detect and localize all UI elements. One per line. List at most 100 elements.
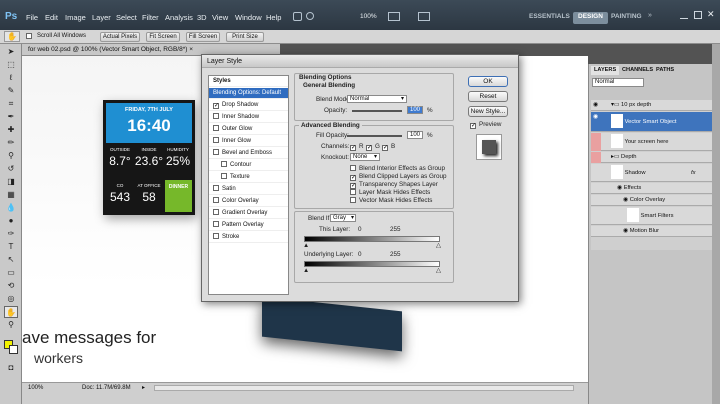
checked-icon[interactable]: ✓ xyxy=(213,103,219,109)
style-item-bevel-emboss[interactable]: Bevel and Emboss xyxy=(209,148,288,159)
crop-tool-icon[interactable]: ⌗ xyxy=(4,98,18,110)
marquee-tool-icon[interactable]: ⬚ xyxy=(4,59,18,71)
actual-pixels-button[interactable]: Actual Pixels xyxy=(100,32,140,42)
checkbox-icon[interactable] xyxy=(213,221,219,227)
blend-mode-select[interactable]: Normal ▾ xyxy=(347,95,407,103)
checkbox-icon[interactable] xyxy=(350,165,356,171)
tab-paths[interactable]: PATHS xyxy=(653,66,677,75)
layer-row[interactable]: ◉ ▾▭ 10 px depth xyxy=(591,100,715,111)
this-layer-right-handle-icon[interactable]: △ xyxy=(436,242,441,249)
menu-edit[interactable]: Edit xyxy=(45,13,58,22)
eye-icon[interactable]: ◉ xyxy=(593,102,600,108)
zoom-readout[interactable]: 100% xyxy=(28,385,43,391)
blend-interior-checkbox[interactable]: Blend Interior Effects as Group xyxy=(350,165,445,172)
hand-tool-icon[interactable] xyxy=(293,12,302,21)
blend-clipped-checkbox[interactable]: ✓ Blend Clipped Layers as Group xyxy=(350,173,447,181)
fit-screen-button[interactable]: Fit Screen xyxy=(146,32,180,42)
preview-checkbox[interactable]: ✓ Preview xyxy=(470,121,501,129)
checkbox-icon[interactable] xyxy=(350,189,356,195)
dodge-tool-icon[interactable]: ● xyxy=(4,215,18,227)
status-menu-icon[interactable]: ▸ xyxy=(142,384,145,391)
quick-select-tool-icon[interactable]: ✎ xyxy=(4,85,18,97)
arrange-documents-icon[interactable] xyxy=(388,12,400,21)
close-icon[interactable]: ✕ xyxy=(707,9,715,20)
path-select-tool-icon[interactable]: ↖ xyxy=(4,254,18,266)
menu-3d[interactable]: 3D xyxy=(197,13,207,22)
scroll-all-checkbox-box[interactable] xyxy=(26,33,32,39)
checkbox-icon[interactable] xyxy=(213,149,219,155)
style-item-texture[interactable]: Texture xyxy=(209,172,288,183)
zoom-tool-panel-icon[interactable]: ⚲ xyxy=(4,319,18,331)
checked-icon[interactable]: ✓ xyxy=(350,145,356,151)
workspace-essentials[interactable]: ESSENTIALS xyxy=(524,12,575,24)
workspace-more-icon[interactable]: » xyxy=(648,12,652,19)
checked-icon[interactable]: ✓ xyxy=(382,145,388,151)
fill-screen-button[interactable]: Fill Screen xyxy=(186,32,220,42)
checkbox-icon[interactable] xyxy=(213,113,219,119)
background-color-swatch[interactable] xyxy=(9,345,18,354)
eye-icon[interactable]: ◉ xyxy=(623,197,628,203)
this-layer-left-handle-icon[interactable]: ▲ xyxy=(303,242,309,249)
channel-b[interactable]: ✓ B xyxy=(382,143,395,151)
ok-button[interactable]: OK xyxy=(468,76,508,87)
underlying-left-handle-icon[interactable]: ▲ xyxy=(303,267,309,274)
menu-filter[interactable]: Filter xyxy=(142,13,159,22)
layer-effects-row[interactable]: ◉ Effects xyxy=(591,183,715,194)
styles-header[interactable]: Styles xyxy=(209,76,288,87)
reset-button[interactable]: Reset xyxy=(468,91,508,102)
opacity-input[interactable]: 100 xyxy=(407,106,423,114)
move-tool-icon[interactable]: ➤ xyxy=(4,46,18,58)
layer-effect-row[interactable]: ◉ Color Overlay xyxy=(591,195,715,206)
this-layer-gradient[interactable] xyxy=(304,236,440,242)
style-item-blending-options[interactable]: Blending Options: Default xyxy=(209,88,288,99)
tab-channels[interactable]: CHANNELS xyxy=(619,66,656,75)
checkbox-icon[interactable] xyxy=(213,125,219,131)
layer-row[interactable]: Your screen here xyxy=(591,133,715,151)
layer-mask-hides-checkbox[interactable]: Layer Mask Hides Effects xyxy=(350,189,430,196)
brush-tool-icon[interactable]: ✏ xyxy=(4,137,18,149)
quick-mask-icon[interactable]: ◘ xyxy=(4,362,18,374)
horizontal-scrollbar[interactable] xyxy=(154,385,574,391)
screen-mode-icon[interactable] xyxy=(418,12,430,21)
smart-filter-row[interactable]: ◉ Motion Blur xyxy=(591,226,715,237)
workspace-painting[interactable]: PAINTING xyxy=(606,12,647,24)
style-item-outer-glow[interactable]: Outer Glow xyxy=(209,124,288,135)
healing-brush-tool-icon[interactable]: ✚ xyxy=(4,124,18,136)
underlying-layer-gradient[interactable] xyxy=(304,261,440,267)
eye-icon[interactable]: ◉ xyxy=(623,228,628,234)
checked-icon[interactable]: ✓ xyxy=(366,145,372,151)
lasso-tool-icon[interactable]: ℓ xyxy=(4,72,18,84)
checked-icon[interactable]: ✓ xyxy=(470,123,476,129)
layer-row[interactable]: Shadow fx xyxy=(591,164,715,182)
checkbox-icon[interactable] xyxy=(213,233,219,239)
type-tool-icon[interactable]: T xyxy=(4,241,18,253)
3d-orbit-tool-icon[interactable]: ◎ xyxy=(4,293,18,305)
clone-stamp-tool-icon[interactable]: ⚲ xyxy=(4,150,18,162)
workspace-design[interactable]: DESIGN xyxy=(573,12,608,24)
zoom-tool-icon[interactable] xyxy=(306,12,314,20)
fill-opacity-input[interactable]: 100 xyxy=(407,131,423,139)
checkbox-icon[interactable] xyxy=(213,137,219,143)
tab-layers[interactable]: LAYERS xyxy=(591,66,620,75)
blur-tool-icon[interactable]: 💧 xyxy=(4,202,18,214)
menu-help[interactable]: Help xyxy=(266,13,281,22)
style-item-contour[interactable]: Contour xyxy=(209,160,288,171)
style-item-color-overlay[interactable]: Color Overlay xyxy=(209,196,288,207)
blend-if-select[interactable]: Gray ▾ xyxy=(330,214,356,222)
history-brush-tool-icon[interactable]: ↺ xyxy=(4,163,18,175)
style-item-satin[interactable]: Satin xyxy=(209,184,288,195)
menu-window[interactable]: Window xyxy=(235,13,262,22)
menu-select[interactable]: Select xyxy=(116,13,137,22)
style-item-stroke[interactable]: Stroke xyxy=(209,232,288,243)
checkbox-icon[interactable] xyxy=(213,209,219,215)
print-size-button[interactable]: Print Size xyxy=(226,32,264,42)
menu-image[interactable]: Image xyxy=(65,13,86,22)
hand-tool-selected-icon[interactable]: ✋ xyxy=(4,306,18,318)
pen-tool-icon[interactable]: ✑ xyxy=(4,228,18,240)
underlying-right-handle-icon[interactable]: △ xyxy=(436,267,441,274)
channel-g[interactable]: ✓ G xyxy=(366,143,380,151)
checkbox-icon[interactable] xyxy=(221,161,227,167)
3d-rotate-tool-icon[interactable]: ⟲ xyxy=(4,280,18,292)
style-item-drop-shadow[interactable]: ✓ Drop Shadow xyxy=(209,100,288,111)
checkbox-icon[interactable] xyxy=(350,197,356,203)
